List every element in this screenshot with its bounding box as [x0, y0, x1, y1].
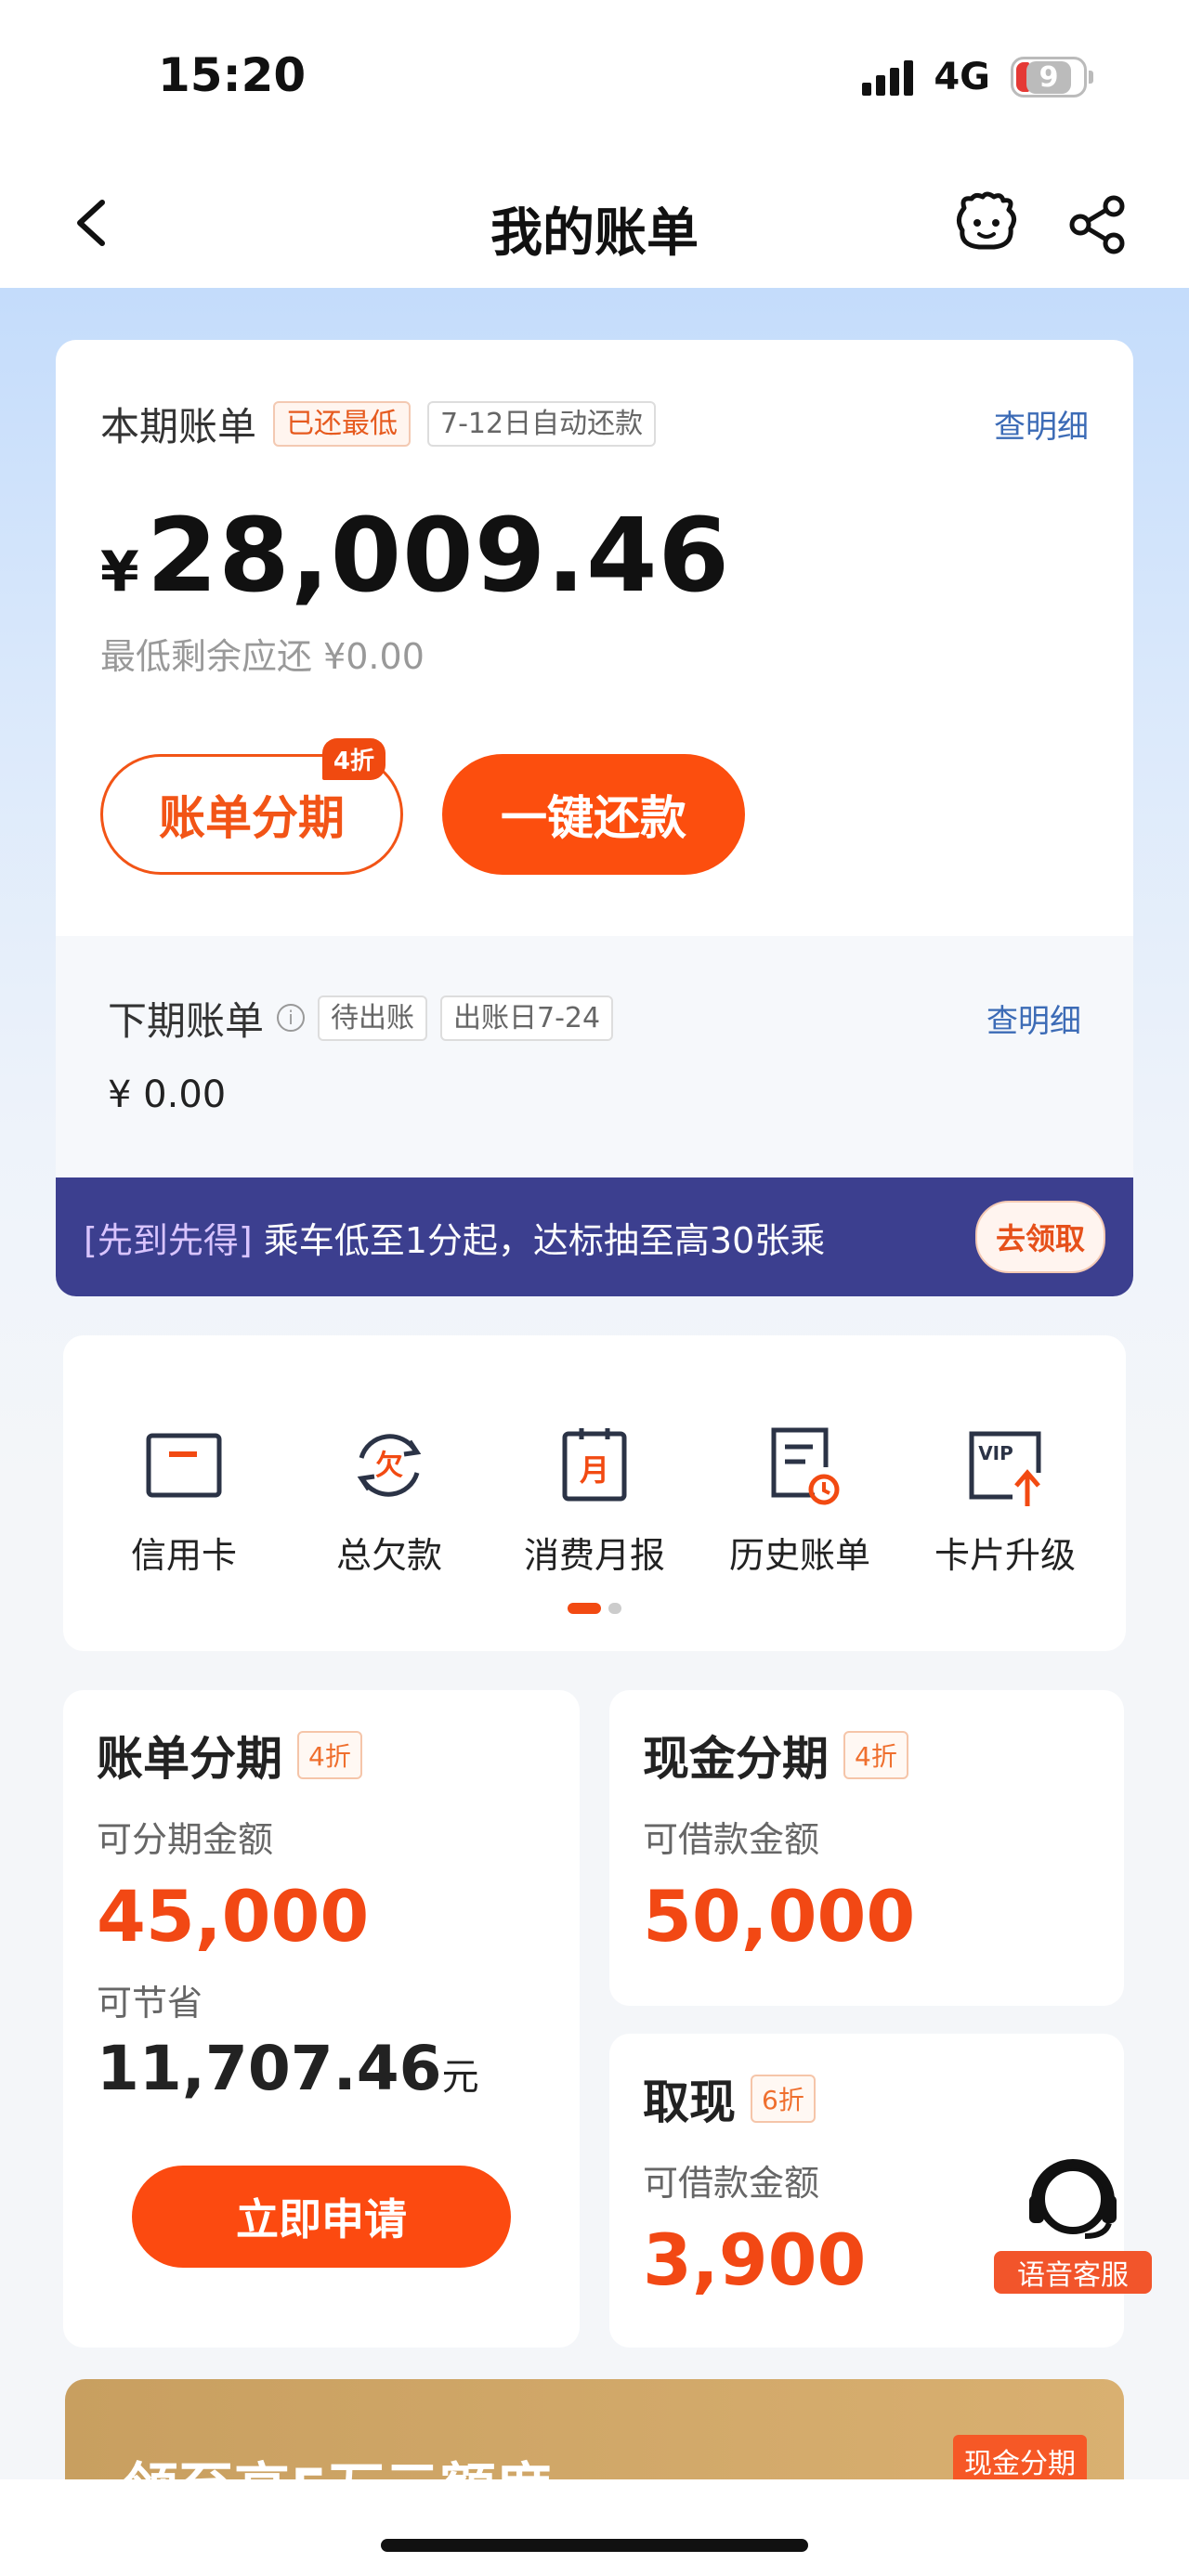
min-due-text: 最低剩余应还 ¥0.00: [100, 636, 425, 677]
shortcut-panel: 信用卡 欠 总欠款 月 消费月报 历史账单 VIP 卡片升级: [63, 1335, 1126, 1651]
shortcut-label: 消费月报: [523, 1535, 665, 1576]
status-bar: 15:20 4G 9: [0, 0, 1189, 158]
home-area: [0, 2479, 1189, 2576]
discount-tag: 6折: [751, 2075, 816, 2123]
card-title: 账单分期: [97, 1732, 282, 1786]
home-indicator[interactable]: [381, 2539, 808, 2552]
next-bill-detail-link[interactable]: 查明细: [986, 995, 1081, 1041]
discount-badge: 4折: [321, 738, 385, 780]
paid-min-tag: 已还最低: [273, 400, 412, 447]
claim-button[interactable]: 去领取: [974, 1201, 1105, 1273]
shortcut-total-debt[interactable]: 欠 总欠款: [296, 1421, 482, 1578]
auto-repay-tag: 7-12日自动还款: [427, 400, 657, 447]
promo-bracket: [先到先得]: [84, 1219, 253, 1261]
bill-amount-value: 28,009.46: [146, 496, 731, 615]
save-amount-unit: 元: [441, 2056, 479, 2099]
robot-assistant-icon[interactable]: [951, 191, 1022, 254]
card-subtitle: 可分期金额: [97, 1819, 274, 1860]
headset-agent-icon: [1029, 2159, 1117, 2239]
bill-amount: ¥ 28,009.46: [100, 496, 1087, 615]
voice-service-label: 语音客服: [994, 2251, 1152, 2294]
bill-installment-card[interactable]: 账单分期 4折 可分期金额 45,000 可节省 11,707.46元 立即申请: [63, 1690, 580, 2348]
status-indicators: 4G 9: [862, 56, 1093, 98]
shortcut-history-bill[interactable]: 历史账单: [707, 1421, 893, 1578]
shortcut-card-upgrade[interactable]: VIP 卡片升级: [912, 1421, 1098, 1578]
svg-text:欠: 欠: [375, 1450, 403, 1482]
apply-now-button[interactable]: 立即申请: [132, 2166, 511, 2268]
bill-card: 本期账单 已还最低 7-12日自动还款 查明细 ¥ 28,009.46 最低剩余…: [56, 340, 1133, 1296]
shortcut-label: 信用卡: [130, 1535, 237, 1576]
shortcut-credit-card[interactable]: 信用卡: [91, 1421, 277, 1578]
voice-service-button[interactable]: 语音客服: [994, 2145, 1152, 2294]
next-bill-section: 下期账单 i 待出账 出账日7-24 查明细 ¥ 0.00: [56, 936, 1133, 1183]
shortcut-monthly-report[interactable]: 月 消费月报: [502, 1421, 687, 1578]
one-click-repay-button[interactable]: 一键还款: [442, 754, 745, 875]
battery-icon: 9: [1011, 57, 1093, 98]
promo-text: [先到先得] 乘车低至1分起，达标抽至高30张乘: [84, 1212, 975, 1263]
vip-upgrade-icon: VIP: [969, 1431, 1041, 1506]
page-dot: [608, 1603, 621, 1614]
save-label: 可节省: [97, 1983, 203, 2023]
monthly-report-icon: 月: [562, 1428, 627, 1502]
page-dot-active: [568, 1603, 601, 1614]
discount-tag: 4折: [843, 1731, 908, 1779]
card-amount: 45,000: [97, 1875, 370, 1958]
svg-text:VIP: VIP: [978, 1442, 1013, 1464]
total-debt-icon: 欠: [357, 1434, 422, 1497]
current-bill-detail-link[interactable]: 查明细: [994, 401, 1089, 447]
next-bill-title: 下期账单: [108, 997, 265, 1044]
cash-installment-card[interactable]: 现金分期 4折 可借款金额 50,000: [609, 1690, 1124, 2006]
status-time: 15:20: [158, 48, 307, 102]
discount-tag: 4折: [297, 1731, 362, 1779]
statement-date-tag: 出账日7-24: [440, 995, 614, 1041]
currency-symbol: ¥: [100, 540, 139, 605]
page-indicator: [63, 1603, 1126, 1614]
network-type: 4G: [934, 56, 990, 98]
bill-installment-button[interactable]: 账单分期 4折: [100, 738, 403, 875]
current-bill-title: 本期账单: [100, 403, 257, 449]
save-amount-value: 11,707.46: [97, 2033, 442, 2104]
pending-tag: 待出账: [318, 995, 428, 1041]
card-subtitle: 可借款金额: [643, 1819, 820, 1860]
current-bill-section: 本期账单 已还最低 7-12日自动还款 查明细 ¥ 28,009.46 最低剩余…: [56, 340, 1133, 934]
shortcut-label: 卡片升级: [934, 1535, 1076, 1576]
promo-message: 乘车低至1分起，达标抽至高30张乘: [263, 1219, 826, 1261]
save-amount: 11,707.46元: [97, 2033, 546, 2104]
shortcut-label: 历史账单: [728, 1535, 870, 1576]
next-bill-amount: ¥ 0.00: [108, 1073, 227, 1116]
history-bill-icon: [771, 1427, 840, 1505]
battery-level: 9: [1026, 60, 1072, 94]
share-icon[interactable]: [1067, 193, 1129, 254]
shortcut-label: 总欠款: [335, 1535, 442, 1576]
svg-text:月: 月: [580, 1452, 609, 1488]
bill-installment-label: 账单分期: [159, 791, 345, 845]
info-icon[interactable]: i: [277, 1004, 306, 1032]
card-title: 取现: [643, 2075, 736, 2129]
card-title: 现金分期: [643, 1732, 829, 1786]
signal-icon: [862, 59, 914, 96]
nav-bar: 我的账单: [0, 158, 1189, 288]
credit-card-icon: [146, 1433, 222, 1498]
card-amount: 50,000: [643, 1875, 916, 1958]
promo-banner[interactable]: [先到先得] 乘车低至1分起，达标抽至高30张乘 去领取: [56, 1177, 1133, 1296]
